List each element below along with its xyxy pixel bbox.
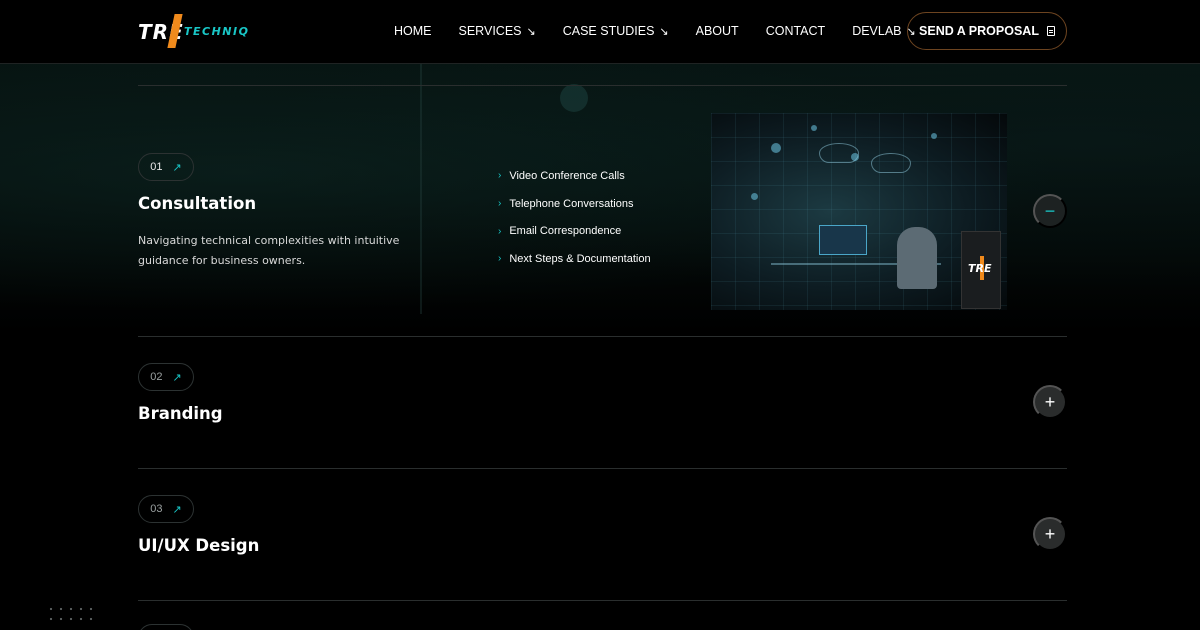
service-number: 03 xyxy=(150,503,163,515)
arrow-up-right-icon: ↗ xyxy=(172,161,182,174)
service-bullet-list: › Video Conference Calls › Telephone Con… xyxy=(498,162,651,273)
bullet-text: Telephone Conversations xyxy=(509,197,634,210)
service-number-badge: 03 ↗ xyxy=(138,495,194,523)
services-accordion: 01 ↗ Consultation Navigating technical c… xyxy=(138,85,1067,601)
bullet-text: Email Correspondence xyxy=(509,225,622,238)
hologram-lamp xyxy=(819,143,859,163)
chevron-right-icon: › xyxy=(498,170,502,182)
list-item: › Next Steps & Documentation xyxy=(498,245,651,273)
nav-label: CONTACT xyxy=(765,24,826,38)
nav-item-contact[interactable]: CONTACT xyxy=(766,24,826,38)
service-item-branding: 02 ↗ Branding + xyxy=(138,337,1067,468)
nav-item-services[interactable]: SERVICES ↘ xyxy=(459,24,536,38)
poster-logo: TRE xyxy=(968,262,992,275)
nav-label: HOME xyxy=(394,24,432,38)
list-item: › Email Correspondence xyxy=(498,217,651,245)
bullet-text: Video Conference Calls xyxy=(509,169,625,182)
nav-label: ABOUT xyxy=(695,24,739,38)
chevron-right-icon: › xyxy=(498,225,502,237)
document-icon xyxy=(1046,26,1055,36)
chevron-right-icon: › xyxy=(498,198,502,210)
nav-item-home[interactable]: HOME xyxy=(394,24,432,38)
nav-label: DEVLAB xyxy=(852,24,902,38)
send-proposal-button[interactable]: SEND A PROPOSAL xyxy=(907,12,1067,50)
hologram-lamp xyxy=(871,153,911,173)
expand-toggle-button[interactable]: + xyxy=(1033,385,1067,419)
consultation-illustration: TRE xyxy=(711,113,1007,310)
hologram-node xyxy=(931,133,937,139)
nav-item-case-studies[interactable]: CASE STUDIES ↘ xyxy=(563,24,669,38)
bullet-text: Next Steps & Documentation xyxy=(509,252,651,265)
collapse-toggle-button[interactable]: − xyxy=(1033,194,1067,228)
brand-logo[interactable]: TRE TECHNIQ xyxy=(138,14,258,50)
service-title[interactable]: UI/UX Design xyxy=(138,536,259,555)
nav-item-about[interactable]: ABOUT xyxy=(696,24,739,38)
list-item: › Telephone Conversations xyxy=(498,190,651,218)
service-number: 01 xyxy=(150,161,163,173)
service-title[interactable]: Consultation xyxy=(138,194,256,213)
main-nav: HOME SERVICES ↘ CASE STUDIES ↘ ABOUT CON… xyxy=(394,24,943,38)
nav-label: CASE STUDIES xyxy=(562,24,655,38)
nav-label: SERVICES xyxy=(458,24,522,38)
chevron-right-icon: › xyxy=(498,253,502,265)
service-item-consultation: 01 ↗ Consultation Navigating technical c… xyxy=(138,86,1067,336)
service-number-badge: 02 ↗ xyxy=(138,363,194,391)
video-call-screen xyxy=(819,225,867,255)
send-proposal-label: SEND A PROPOSAL xyxy=(919,24,1039,38)
hologram-node xyxy=(771,143,781,153)
service-number: 02 xyxy=(150,371,163,383)
hologram-node xyxy=(811,125,817,131)
service-title[interactable]: Branding xyxy=(138,404,223,423)
service-item-uiux-design: 03 ↗ UI/UX Design + xyxy=(138,469,1067,600)
divider xyxy=(138,600,1067,601)
service-number-badge: 01 ↗ xyxy=(138,153,194,181)
service-description: Navigating technical complexities with i… xyxy=(138,234,400,267)
arrow-up-right-icon: ↗ xyxy=(172,371,182,384)
expand-toggle-button[interactable]: + xyxy=(1033,517,1067,551)
arrow-down-right-icon: ↘ xyxy=(526,25,536,38)
person-figure xyxy=(897,227,937,289)
logo-sub-text: TECHNIQ xyxy=(184,25,250,38)
list-item: › Video Conference Calls xyxy=(498,162,651,190)
decorative-dot-grid xyxy=(46,604,98,622)
arrow-down-right-icon: ↘ xyxy=(659,25,669,38)
arrow-up-right-icon: ↗ xyxy=(172,503,182,516)
next-service-number-badge xyxy=(138,624,194,630)
site-header: TRE TECHNIQ HOME SERVICES ↘ CASE STUDIES… xyxy=(0,0,1200,64)
brand-poster: TRE xyxy=(961,231,1001,309)
hologram-node xyxy=(751,193,758,200)
